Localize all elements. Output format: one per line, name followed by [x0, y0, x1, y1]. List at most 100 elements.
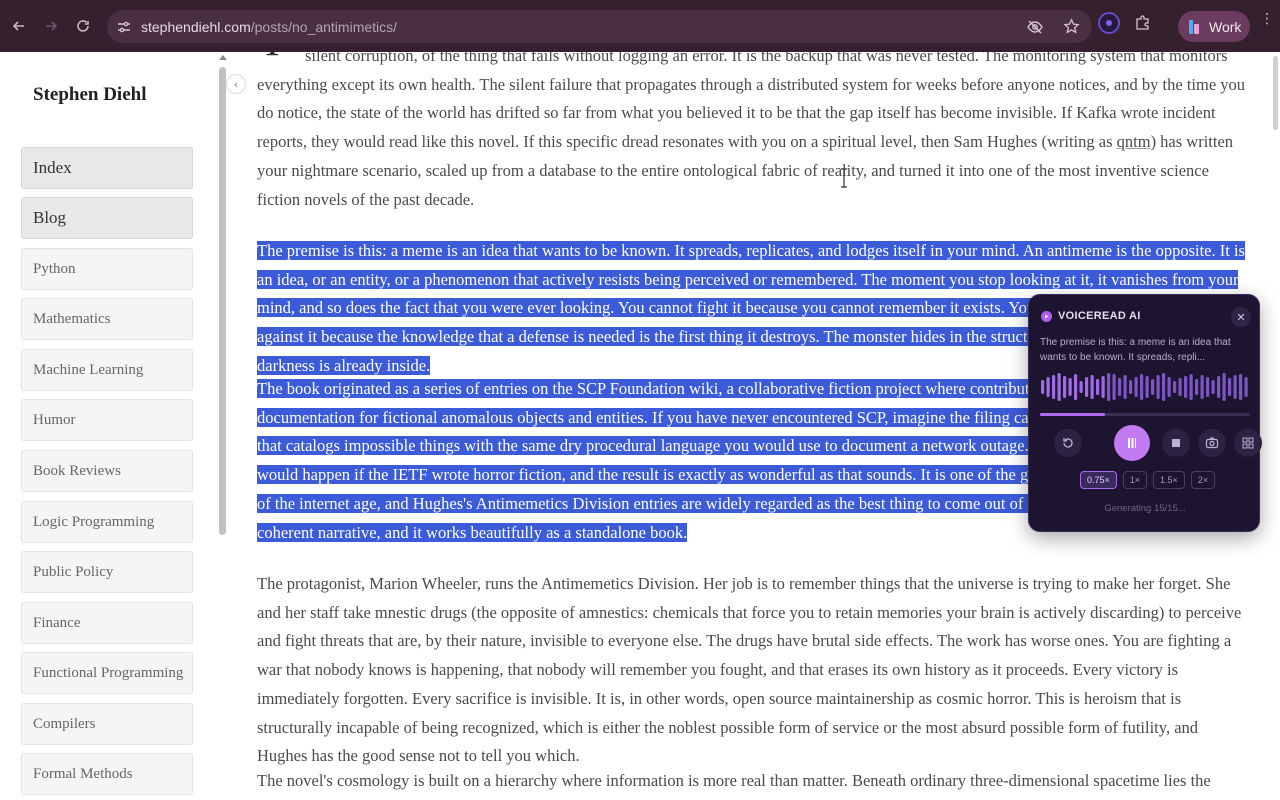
waveform-bar [1206, 377, 1210, 397]
waveform-bar [1074, 374, 1078, 400]
waveform-bar [1079, 381, 1083, 393]
waveform-bar [1118, 378, 1122, 396]
waveform-bar [1096, 379, 1100, 395]
waveform-bar [1145, 376, 1149, 398]
waveform-bar [1200, 375, 1204, 399]
speed-option[interactable]: 2× [1190, 471, 1216, 489]
waveform-bar [1211, 380, 1215, 394]
paragraph-1: Isilent corruption, of the thing that fa… [257, 52, 1247, 214]
waveform-bar [1173, 381, 1177, 393]
nav-item-logic-programming[interactable]: Logic Programming [21, 501, 193, 543]
voiceread-panel: VOICEREAD AI ✕ The premise is this: a me… [1028, 294, 1262, 532]
nav-item-compilers[interactable]: Compilers [21, 703, 193, 745]
waveform-bar [1085, 377, 1089, 397]
waveform-bar [1068, 378, 1072, 396]
site-info-icon[interactable] [115, 18, 133, 36]
sidebar: Stephen Diehl Index Blog Python Mathemat… [0, 52, 218, 800]
nav-item-blog[interactable]: Blog [21, 197, 193, 239]
waveform-bar [1222, 373, 1226, 401]
waveform-bar [1101, 376, 1105, 398]
waveform-bar [1228, 378, 1232, 396]
pause-icon[interactable] [1114, 425, 1150, 461]
menu-icon[interactable]: ⋮ [1260, 12, 1274, 26]
nav-item-finance[interactable]: Finance [21, 602, 193, 644]
paragraph-5: The novel's cosmology is built on a hier… [257, 767, 1247, 800]
waveform-bar [1217, 376, 1221, 398]
page-scrollbar-thumb[interactable] [1273, 56, 1278, 130]
sidebar-scrollbar-thumb[interactable] [219, 67, 226, 535]
speed-option[interactable]: 1× [1122, 471, 1148, 489]
nav-item-humor[interactable]: Humor [21, 399, 193, 441]
waveform-bar [1195, 379, 1199, 395]
playback-progress[interactable] [1040, 413, 1250, 416]
nav-item-python[interactable]: Python [21, 248, 193, 290]
waveform-bar [1233, 375, 1237, 399]
waveform-bar [1184, 376, 1188, 398]
reload-icon[interactable] [67, 10, 99, 42]
waveform-bar [1167, 377, 1171, 397]
eye-off-icon[interactable] [1024, 16, 1046, 38]
profile-avatar-icon [1189, 19, 1199, 34]
waveform-bar [1041, 380, 1045, 394]
stop-icon[interactable] [1162, 429, 1190, 457]
replay-icon[interactable] [1054, 429, 1082, 457]
waveform-bar [1189, 374, 1193, 400]
dropcap: I [265, 52, 280, 62]
waveform-bar [1134, 377, 1138, 397]
speed-option[interactable]: 1.5× [1153, 471, 1185, 489]
waveform-bar [1090, 375, 1094, 399]
url-text[interactable]: stephendiehl.com/posts/no_antimimetics/ [141, 19, 397, 35]
star-icon[interactable] [1060, 16, 1082, 38]
waveform [1041, 373, 1248, 401]
nav-item-index[interactable]: Index [21, 147, 193, 189]
waveform-bar [1046, 377, 1050, 397]
address-bar[interactable]: stephendiehl.com/posts/no_antimimetics/ [107, 10, 1092, 43]
url-host: stephendiehl.com [141, 18, 251, 35]
waveform-bar [1129, 380, 1133, 394]
waveform-bar [1151, 379, 1155, 395]
waveform-bar [1140, 374, 1144, 400]
speed-selector: 0.75× 1× 1.5× 2× [1080, 471, 1216, 489]
scroll-up-arrow-icon[interactable] [219, 55, 227, 60]
puzzle-icon[interactable] [1132, 12, 1154, 34]
camera-icon[interactable] [1198, 429, 1226, 457]
paragraph-4: The protagonist, Marion Wheeler, runs th… [257, 570, 1247, 771]
forward-icon[interactable] [35, 10, 67, 42]
back-icon[interactable] [3, 10, 35, 42]
profile-button[interactable]: Work [1178, 11, 1250, 42]
waveform-bar [1178, 378, 1182, 396]
playback-progress-fill [1040, 413, 1106, 416]
grid-icon[interactable] [1234, 429, 1262, 457]
voiceread-logo-icon [1041, 310, 1052, 322]
nav-item-formal-methods[interactable]: Formal Methods [21, 753, 193, 795]
waveform-bar [1156, 375, 1160, 399]
nav-item-machine-learning[interactable]: Machine Learning [21, 349, 193, 391]
waveform-bar [1057, 373, 1061, 401]
paragraph-1-text: silent corruption, of the thing that fai… [257, 52, 1246, 152]
browser-toolbar: stephendiehl.com/posts/no_antimimetics/ … [0, 0, 1280, 52]
waveform-bar [1123, 375, 1127, 399]
waveform-bar [1063, 376, 1067, 398]
waveform-bar [1107, 373, 1111, 401]
speed-option[interactable]: 0.75× [1080, 471, 1117, 489]
nav-item-functional-programming[interactable]: Functional Programming [21, 652, 193, 694]
nav-item-mathematics[interactable]: Mathematics [21, 298, 193, 340]
waveform-bar [1244, 377, 1248, 397]
generation-status: Generating 15/15... [1104, 503, 1186, 514]
waveform-bar [1112, 374, 1116, 400]
site-title[interactable]: Stephen Diehl [33, 84, 147, 106]
extension-icon[interactable] [1098, 12, 1120, 34]
paragraph-4-text: The protagonist, Marion Wheeler, runs th… [257, 574, 1242, 766]
close-icon[interactable]: ✕ [1231, 307, 1251, 327]
paragraph-5-text: The novel's cosmology is built on a hier… [257, 771, 1211, 800]
qntm-link[interactable]: qntm [1117, 132, 1151, 151]
waveform-bar [1239, 374, 1243, 400]
nav-item-book-reviews[interactable]: Book Reviews [21, 450, 193, 492]
voiceread-title: VOICEREAD AI [1058, 310, 1141, 322]
text-cursor-icon [841, 168, 847, 188]
waveform-bar [1052, 375, 1056, 399]
collapse-sidebar-icon[interactable]: ‹ [226, 74, 246, 94]
url-path: /posts/no_antimimetics/ [250, 18, 398, 35]
nav-item-public-policy[interactable]: Public Policy [21, 551, 193, 593]
voiceread-preview: The premise is this: a meme is an idea t… [1040, 337, 1231, 363]
